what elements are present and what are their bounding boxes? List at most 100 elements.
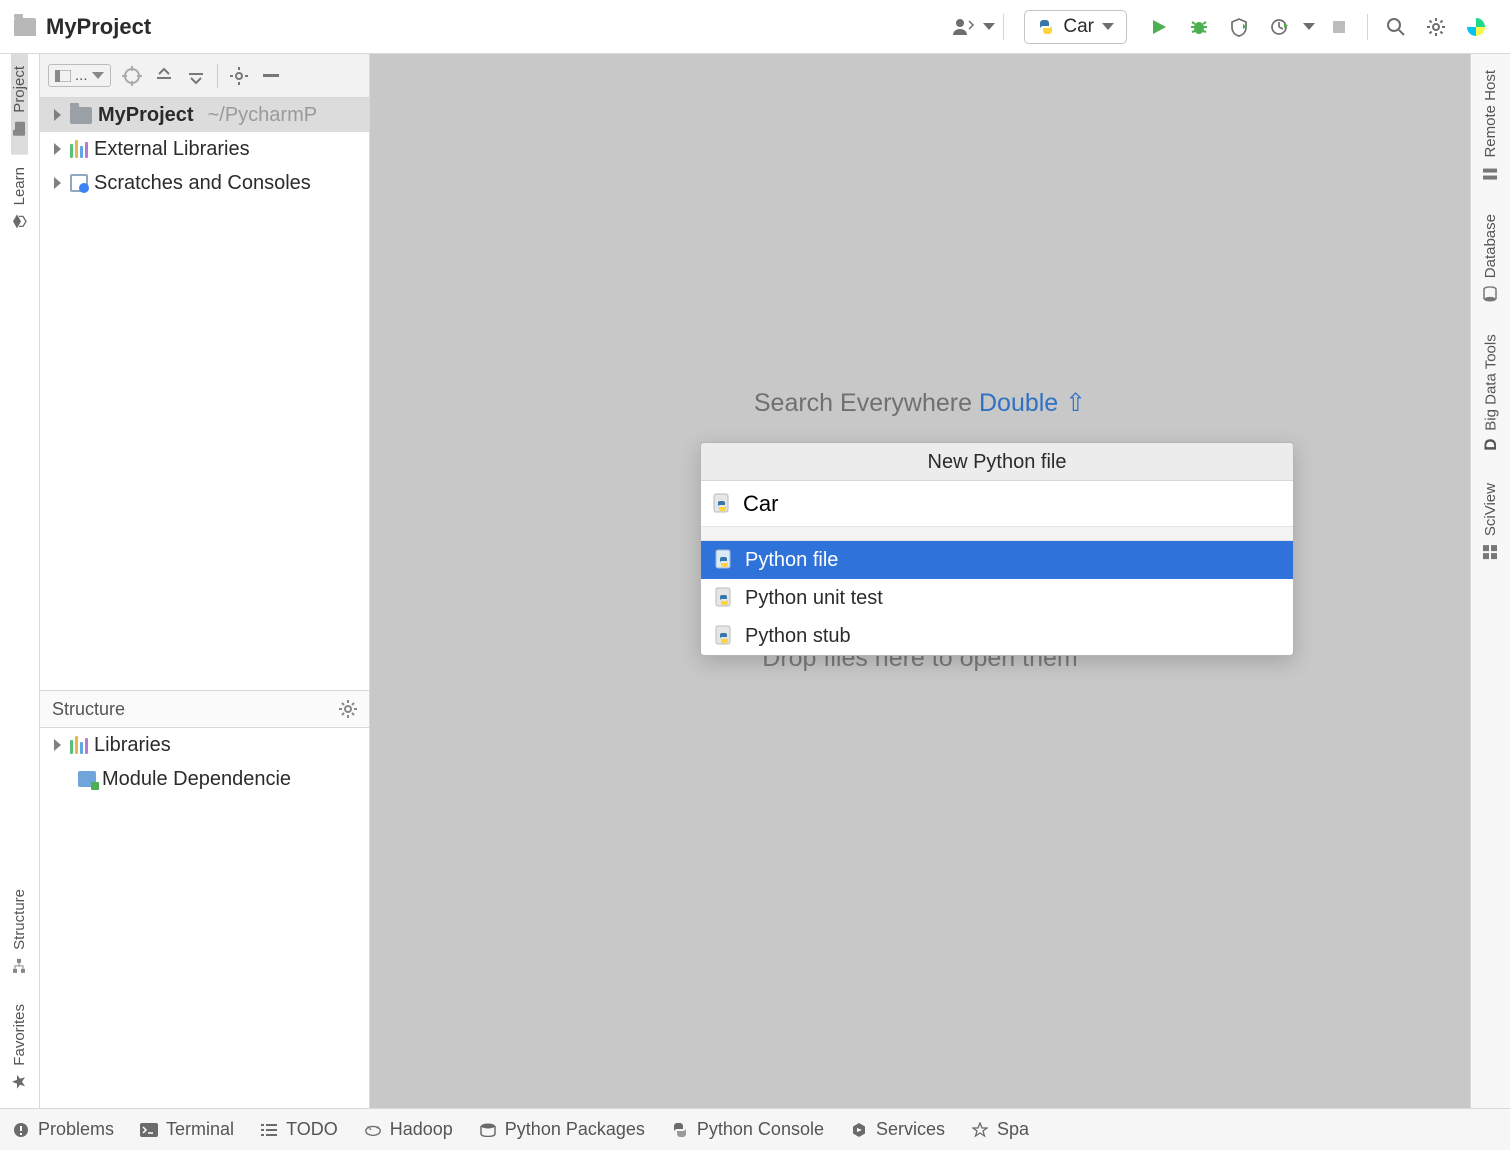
jetbrains-icon[interactable] bbox=[1462, 13, 1490, 41]
project-folder-icon bbox=[14, 18, 36, 36]
structure-module-deps-label: Module Dependencie bbox=[102, 768, 291, 791]
popup-option-label: Python file bbox=[745, 549, 838, 572]
python-file-icon bbox=[713, 625, 735, 647]
python-icon bbox=[671, 1121, 689, 1139]
chevron-down-icon bbox=[92, 72, 104, 79]
stop-button bbox=[1325, 13, 1353, 41]
bottom-terminal[interactable]: Terminal bbox=[140, 1119, 234, 1140]
locate-icon[interactable] bbox=[121, 65, 143, 87]
structure-tree: Libraries Module Dependencie bbox=[40, 728, 369, 1108]
breadcrumb-project[interactable]: MyProject bbox=[46, 14, 151, 40]
tree-root[interactable]: MyProject ~/PycharmP bbox=[40, 98, 369, 132]
bottom-python-console[interactable]: Python Console bbox=[671, 1119, 824, 1140]
structure-libraries-label: Libraries bbox=[94, 734, 171, 757]
tab-learn[interactable]: Learn bbox=[11, 155, 28, 247]
structure-header-label: Structure bbox=[52, 699, 125, 720]
bottom-hadoop[interactable]: Hadoop bbox=[364, 1119, 453, 1140]
bottom-spark-label: Spa bbox=[997, 1119, 1029, 1140]
project-view-crumb: ... bbox=[75, 67, 88, 84]
run-config-selector[interactable]: Car bbox=[1024, 10, 1127, 44]
big-data-icon: D bbox=[1481, 438, 1501, 450]
expand-icon[interactable] bbox=[50, 177, 64, 189]
bottom-python-packages[interactable]: Python Packages bbox=[479, 1119, 645, 1140]
tab-sciview-label: SciView bbox=[1482, 483, 1499, 536]
bottom-spark[interactable]: Spa bbox=[971, 1119, 1029, 1140]
bottom-hadoop-label: Hadoop bbox=[390, 1119, 453, 1140]
project-view-selector[interactable]: ... bbox=[48, 64, 111, 87]
tree-root-path: ~/PycharmP bbox=[208, 104, 317, 127]
terminal-icon bbox=[140, 1121, 158, 1139]
problems-icon bbox=[12, 1121, 30, 1139]
bottom-terminal-label: Terminal bbox=[166, 1119, 234, 1140]
run-button[interactable] bbox=[1145, 13, 1173, 41]
separator bbox=[1367, 14, 1368, 40]
search-icon[interactable] bbox=[1382, 13, 1410, 41]
tab-database-label: Database bbox=[1482, 214, 1499, 278]
tab-favorites[interactable]: Favorites bbox=[11, 992, 28, 1108]
python-icon bbox=[1037, 18, 1055, 36]
expand-all-icon[interactable] bbox=[153, 65, 175, 87]
bottom-problems[interactable]: Problems bbox=[12, 1119, 114, 1140]
collapse-all-icon[interactable] bbox=[185, 65, 207, 87]
user-icon[interactable] bbox=[949, 13, 977, 41]
popup-option-python-file[interactable]: Python file bbox=[701, 541, 1293, 579]
learn-tab-icon bbox=[12, 213, 28, 229]
file-name-input[interactable] bbox=[743, 491, 1283, 517]
gear-icon[interactable] bbox=[339, 700, 357, 718]
tab-database[interactable]: Database bbox=[1482, 198, 1499, 318]
sciview-icon bbox=[1483, 544, 1499, 560]
expand-icon[interactable] bbox=[50, 143, 64, 155]
tree-ext-libs-label: External Libraries bbox=[94, 138, 250, 161]
scratches-icon bbox=[70, 174, 88, 192]
structure-libraries[interactable]: Libraries bbox=[40, 728, 369, 762]
libraries-icon bbox=[70, 736, 88, 754]
structure-header[interactable]: Structure bbox=[40, 690, 369, 728]
libraries-icon bbox=[70, 140, 88, 158]
tab-remote-host[interactable]: Remote Host bbox=[1482, 54, 1499, 198]
bottom-services-label: Services bbox=[876, 1119, 945, 1140]
more-run-dropdown-icon[interactable] bbox=[1303, 23, 1315, 30]
favorites-tab-icon bbox=[12, 1074, 28, 1090]
top-toolbar: MyProject Car bbox=[0, 0, 1510, 54]
structure-module-deps[interactable]: Module Dependencie bbox=[40, 762, 369, 796]
bottom-python-packages-label: Python Packages bbox=[505, 1119, 645, 1140]
profile-button[interactable] bbox=[1265, 13, 1293, 41]
project-pane-toolbar: ... bbox=[40, 54, 369, 98]
tree-external-libraries[interactable]: External Libraries bbox=[40, 132, 369, 166]
tree-root-label: MyProject bbox=[98, 104, 194, 127]
tab-big-data-label: Big Data Tools bbox=[1482, 334, 1499, 430]
tab-big-data-tools[interactable]: D Big Data Tools bbox=[1481, 318, 1501, 467]
remote-host-icon bbox=[1483, 166, 1499, 182]
popup-option-python-unit-test[interactable]: Python unit test bbox=[701, 579, 1293, 617]
hide-pane-icon[interactable] bbox=[260, 65, 282, 87]
popup-option-python-stub[interactable]: Python stub bbox=[701, 617, 1293, 655]
spark-icon bbox=[971, 1121, 989, 1139]
left-gutter: Project Learn Structure Favorites bbox=[0, 54, 40, 1108]
packages-icon bbox=[479, 1121, 497, 1139]
expand-icon[interactable] bbox=[50, 739, 64, 751]
editor-area: Search Everywhere Double ⇧ Drop files he… bbox=[370, 54, 1470, 1108]
tab-structure[interactable]: Structure bbox=[11, 877, 28, 992]
hadoop-icon bbox=[364, 1121, 382, 1139]
debug-button[interactable] bbox=[1185, 13, 1213, 41]
popup-title: New Python file bbox=[701, 443, 1293, 481]
bottom-problems-label: Problems bbox=[38, 1119, 114, 1140]
expand-icon[interactable] bbox=[50, 109, 64, 121]
project-tree: MyProject ~/PycharmP External Libraries … bbox=[40, 98, 369, 200]
database-icon bbox=[1483, 286, 1499, 302]
settings-icon[interactable] bbox=[1422, 13, 1450, 41]
popup-option-label: Python stub bbox=[745, 625, 851, 648]
tree-scratches[interactable]: Scratches and Consoles bbox=[40, 166, 369, 200]
tab-project[interactable]: Project bbox=[11, 54, 28, 155]
search-everywhere-hint: Search Everywhere Double ⇧ bbox=[754, 388, 1086, 418]
services-icon bbox=[850, 1121, 868, 1139]
bottom-services[interactable]: Services bbox=[850, 1119, 945, 1140]
tab-sciview[interactable]: SciView bbox=[1482, 467, 1499, 576]
user-dropdown-icon[interactable] bbox=[983, 23, 995, 30]
pane-settings-icon[interactable] bbox=[228, 65, 250, 87]
run-coverage-button[interactable] bbox=[1225, 13, 1253, 41]
new-python-file-popup: New Python file Python file Python unit … bbox=[700, 442, 1294, 656]
separator bbox=[1003, 14, 1004, 40]
tab-learn-label: Learn bbox=[11, 167, 28, 205]
bottom-todo[interactable]: TODO bbox=[260, 1119, 338, 1140]
